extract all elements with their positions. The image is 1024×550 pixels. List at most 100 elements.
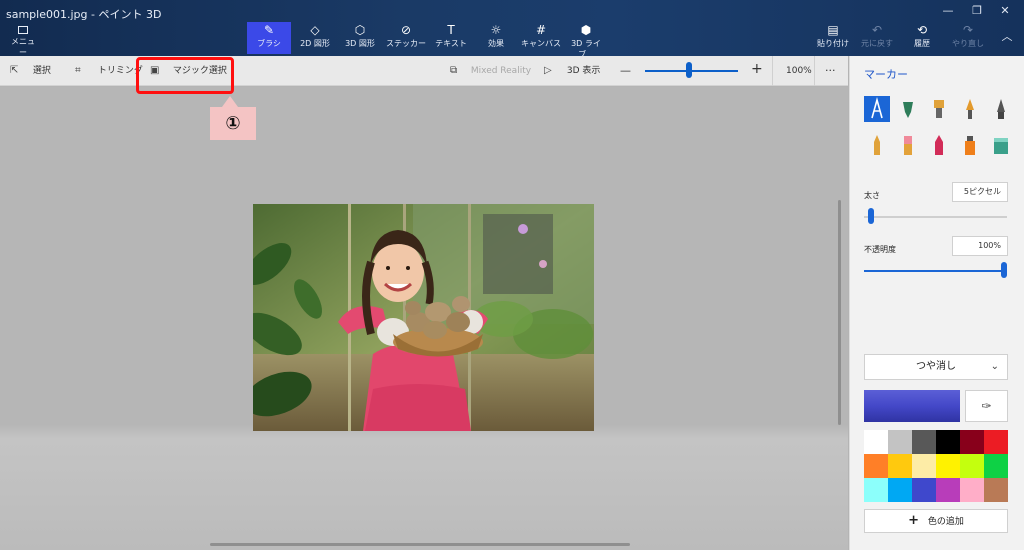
crop-tool[interactable]: ⌗ トリミング bbox=[75, 63, 143, 79]
tab-effects[interactable]: ☼ 効果 bbox=[474, 22, 518, 54]
canvas-image[interactable] bbox=[253, 204, 594, 431]
view-3d-button[interactable]: ▷ 3D 表示 bbox=[544, 63, 600, 79]
thickness-field[interactable]: 5ピクセル bbox=[952, 182, 1008, 202]
paste-button[interactable]: ▤ 貼り付け bbox=[811, 22, 855, 54]
plus-icon: + bbox=[908, 513, 919, 528]
finish-dropdown[interactable]: つや消し ⌄ bbox=[864, 354, 1008, 380]
marker-brush-button[interactable] bbox=[864, 96, 890, 122]
select-label: 選択 bbox=[32, 66, 51, 76]
paste-label: 貼り付け bbox=[817, 39, 849, 48]
tab-3d-shapes-label: 3D 図形 bbox=[345, 39, 375, 48]
color-swatch[interactable] bbox=[912, 430, 936, 454]
tab-canvas[interactable]: # キャンバス bbox=[519, 22, 563, 54]
mixed-reality-label: Mixed Reality bbox=[470, 66, 532, 76]
mixed-reality-button[interactable]: ⧉ Mixed Reality bbox=[450, 63, 531, 79]
color-swatch[interactable] bbox=[936, 430, 960, 454]
opacity-field[interactable]: 100% bbox=[952, 236, 1008, 256]
sticker-icon: ⊘ bbox=[400, 23, 412, 37]
3d-library-icon: ⬢ bbox=[580, 23, 592, 37]
color-swatch[interactable] bbox=[864, 478, 888, 502]
brush-side-panel: マーカー 太さ 5ピクセル 不透明度 100% つや消し ⌄ ✑ + 色の追加 bbox=[849, 56, 1024, 550]
history-icon: ⟲ bbox=[916, 23, 928, 37]
maximize-button[interactable]: ❐ bbox=[964, 4, 990, 18]
select-tool[interactable]: ⇱ 選択 bbox=[10, 63, 51, 79]
close-button[interactable]: ✕ bbox=[992, 4, 1018, 18]
calligraphy-pen-icon bbox=[903, 102, 913, 118]
undo-icon: ↶ bbox=[871, 23, 883, 37]
color-swatch[interactable] bbox=[936, 454, 960, 478]
text-icon: T bbox=[447, 23, 455, 37]
tab-effects-label: 効果 bbox=[488, 39, 504, 48]
color-swatch[interactable] bbox=[912, 478, 936, 502]
vertical-scrollbar[interactable] bbox=[838, 200, 841, 425]
tab-text[interactable]: T テキスト bbox=[429, 22, 473, 54]
color-swatch[interactable] bbox=[888, 454, 912, 478]
color-swatch[interactable] bbox=[984, 454, 1008, 478]
panel-title: マーカー bbox=[864, 68, 908, 81]
undo-button[interactable]: ↶ 元に戻す bbox=[855, 22, 899, 54]
tab-3d-library[interactable]: ⬢ 3D ライブ... bbox=[564, 22, 608, 59]
thickness-slider[interactable] bbox=[864, 216, 1007, 218]
oil-brush-icon bbox=[934, 100, 944, 118]
color-swatch[interactable] bbox=[888, 478, 912, 502]
canvas-toolbar: ⇱ 選択 ⌗ トリミング ▣ マジック選択 ⧉ Mixed Reality ▷ … bbox=[0, 56, 848, 86]
pencil-button[interactable] bbox=[864, 132, 890, 158]
photo-girl-with-potatoes bbox=[253, 204, 594, 431]
thickness-label: 太さ bbox=[864, 191, 880, 200]
oil-brush-button[interactable] bbox=[926, 96, 952, 122]
pixel-pen-button[interactable] bbox=[988, 96, 1014, 122]
zoom-in-button[interactable]: + bbox=[751, 61, 763, 77]
tab-stickers[interactable]: ⊘ ステッカー bbox=[384, 22, 428, 54]
color-swatch[interactable] bbox=[960, 430, 984, 454]
spray-can-icon bbox=[965, 136, 975, 155]
redo-button[interactable]: ↷ やり直し bbox=[946, 22, 990, 54]
color-palette bbox=[864, 430, 1008, 502]
eraser-button[interactable] bbox=[895, 132, 921, 158]
tab-3d-shapes[interactable]: ⬡ 3D 図形 bbox=[338, 22, 382, 54]
redo-icon: ↷ bbox=[962, 23, 974, 37]
color-swatch[interactable] bbox=[984, 478, 1008, 502]
3d-shapes-icon: ⬡ bbox=[354, 23, 366, 37]
zoom-out-button[interactable]: — bbox=[620, 63, 631, 79]
tab-text-label: テキスト bbox=[435, 39, 467, 48]
minimize-button[interactable]: — bbox=[935, 4, 961, 18]
pixel-pen-icon bbox=[997, 99, 1005, 119]
zoom-level[interactable]: 100% bbox=[786, 63, 812, 79]
opacity-slider[interactable] bbox=[864, 270, 1007, 272]
color-swatch[interactable] bbox=[912, 454, 936, 478]
current-color-swatch[interactable] bbox=[864, 390, 960, 422]
color-swatch[interactable] bbox=[888, 430, 912, 454]
opacity-slider-thumb[interactable] bbox=[1001, 262, 1007, 278]
eyedropper-button[interactable]: ✑ bbox=[965, 390, 1008, 422]
opacity-label: 不透明度 bbox=[864, 245, 896, 254]
thickness-slider-thumb[interactable] bbox=[868, 208, 875, 224]
history-button[interactable]: ⟲ 履歴 bbox=[900, 22, 944, 54]
calligraphy-pen-button[interactable] bbox=[895, 96, 921, 122]
paste-icon: ▤ bbox=[827, 23, 839, 37]
zoom-slider-thumb[interactable] bbox=[685, 62, 692, 78]
tab-brush[interactable]: ✎ ブラシ bbox=[247, 22, 291, 54]
color-swatch[interactable] bbox=[936, 478, 960, 502]
color-swatch[interactable] bbox=[960, 454, 984, 478]
horizontal-scrollbar[interactable] bbox=[210, 543, 630, 546]
color-swatch[interactable] bbox=[960, 478, 984, 502]
add-color-label: 色の追加 bbox=[927, 517, 964, 527]
color-swatch[interactable] bbox=[984, 430, 1008, 454]
cursor-icon: ⇱ bbox=[10, 65, 19, 76]
view-3d-icon: ▷ bbox=[544, 65, 552, 76]
watercolor-brush-icon bbox=[966, 99, 974, 119]
fill-bucket-button[interactable] bbox=[988, 132, 1014, 158]
tab-2d-shapes[interactable]: ◇ 2D 図形 bbox=[293, 22, 337, 54]
marker-icon bbox=[871, 97, 883, 119]
menu-icon bbox=[18, 26, 28, 34]
color-swatch[interactable] bbox=[864, 430, 888, 454]
redo-label: やり直し bbox=[952, 39, 984, 48]
watercolor-brush-button[interactable] bbox=[957, 96, 983, 122]
add-color-button[interactable]: + 色の追加 bbox=[864, 509, 1008, 533]
crayon-button[interactable] bbox=[926, 132, 952, 158]
spray-can-button[interactable] bbox=[957, 132, 983, 158]
menu-button[interactable]: メニュー bbox=[8, 26, 38, 57]
color-swatch[interactable] bbox=[864, 454, 888, 478]
more-options-button[interactable]: ··· bbox=[825, 63, 836, 79]
collapse-ribbon-button[interactable]: ︿ bbox=[994, 30, 1020, 44]
